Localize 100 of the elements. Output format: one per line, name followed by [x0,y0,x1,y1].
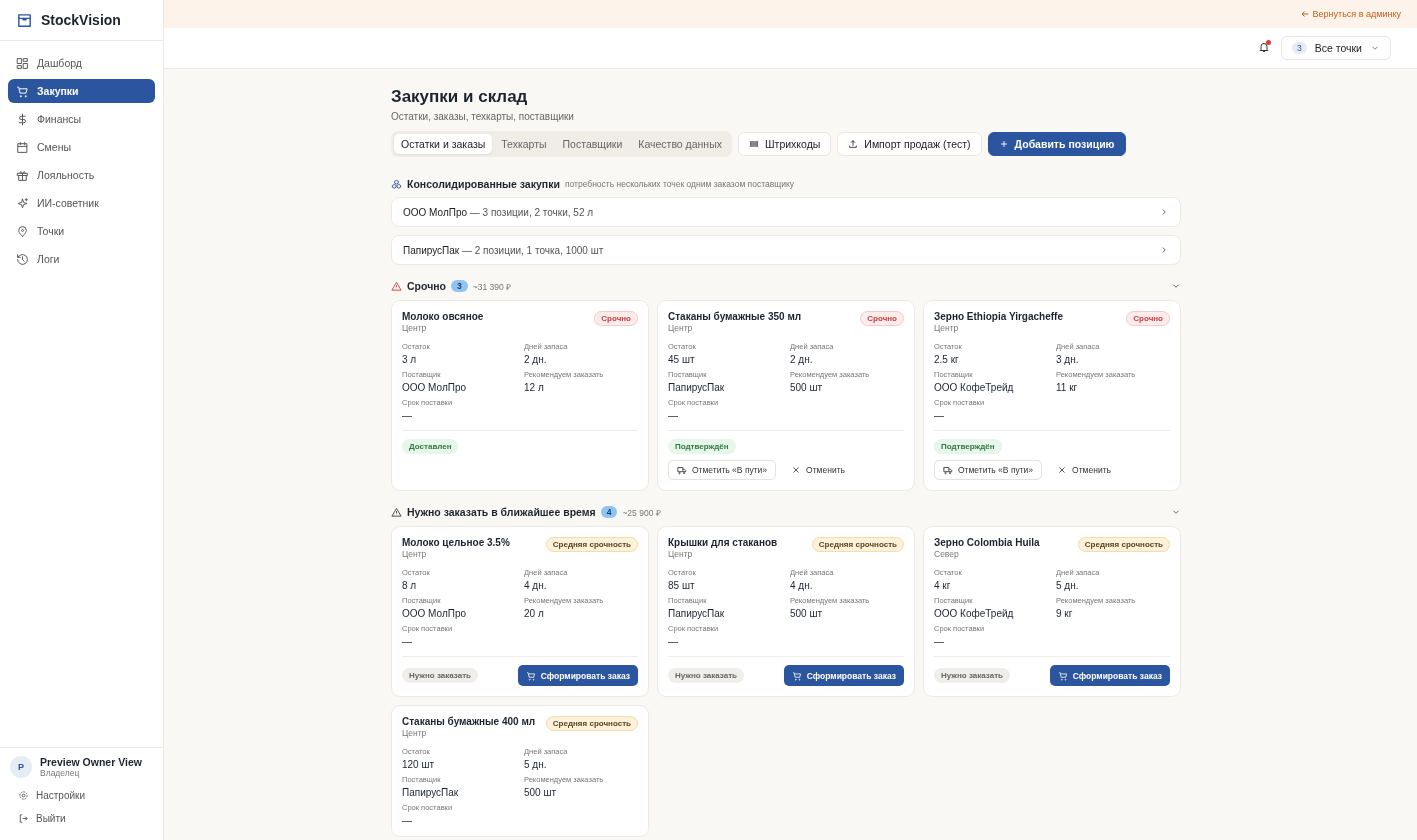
count-badge: 4 [600,506,618,518]
field-value: 8 л [402,580,418,591]
consolidated-row[interactable]: ПапирусПак — 2 позиции, 1 точка, 1000 шт [391,235,1181,265]
sidebar-item[interactable]: Логи [8,247,155,271]
status-badge: Нужно заказать [934,668,1010,683]
field-value: 85 шт [668,580,696,591]
close-icon [791,465,802,475]
field-value: ПапирусПак [668,608,726,619]
urgency-badge: Средняя срочность [1077,537,1170,552]
location-select[interactable]: 3 Все точки [1281,36,1391,60]
nav-icon [16,224,29,238]
notifications-button[interactable] [1257,41,1271,55]
tab[interactable]: Техкарты [494,134,554,154]
box-icon [16,11,33,29]
user-avatar: P [10,756,32,778]
tab[interactable]: Качество данных [631,134,729,154]
item-name: Зерно Colombia Huila [934,537,1040,548]
sidebar-link[interactable]: Настройки [10,784,153,807]
item-name: Крышки для стаканов [668,537,778,548]
barcode-icon [748,139,759,149]
field-value: 4 дн. [790,580,814,591]
item-name: Стаканы бумажные 350 мл [668,311,802,322]
upload-icon [848,139,859,149]
field-value: ООО МолПро [402,382,468,393]
add-button[interactable]: Добавить позицию [987,132,1126,156]
item-location: Центр [402,549,428,559]
mark-in-transit-button[interactable]: Отметить «В пути» [668,460,777,480]
create-order-button[interactable]: Сформировать заказ [517,665,638,686]
truck-icon [943,465,953,475]
sidebar-link[interactable]: Выйти [10,807,153,830]
boxes-icon [391,178,402,190]
status-badge: Нужно заказать [668,668,744,683]
field-value: — [402,636,413,647]
field-value: — [668,410,679,421]
item-name: Молоко овсяное [402,311,484,322]
nav-icon [16,252,29,266]
field-value: 5 дн. [1056,580,1080,591]
sidebar-item[interactable]: Смены [8,135,155,159]
field-value: 3 дн. [1056,354,1080,365]
section-total: ~25 900 ₽ [622,506,661,518]
item-location: Центр [402,323,428,333]
section-title: Срочно [407,280,446,292]
section-hint: потребность нескольких точек одним заказом поставщику [564,179,795,189]
urgency-badge: Средняя срочность [545,716,638,731]
field-value: 500 шт [790,608,824,619]
tab[interactable]: Остатки и заказы [394,134,493,154]
create-order-button[interactable]: Сформировать заказ [783,665,904,686]
sidebar-item[interactable]: Лояльность [8,163,155,187]
sidebar-item[interactable]: Дашборд [8,51,155,75]
status-badge: Подтверждён [934,439,1002,454]
sidebar-item[interactable]: Точки [8,219,155,243]
field-value: ПапирусПак [402,787,460,798]
status-badge: Нужно заказать [402,668,478,683]
field-value: 2 дн. [524,354,548,365]
cart-icon [791,670,802,681]
mark-in-transit-button[interactable]: Отметить «В пути» [934,460,1043,480]
brand-name: StockVision [41,12,121,28]
field-value: 4 кг [934,580,952,591]
cart-icon [525,670,536,681]
page-subtitle: Остатки, заказы, техкарты, поставщики [391,111,575,122]
field-value: — [402,815,413,826]
logout-icon [18,813,29,824]
bell-icon [1258,41,1270,53]
sidebar-item[interactable]: ИИ-советник [8,191,155,215]
field-value: 9 кг [1056,608,1074,619]
barcodes-button[interactable]: Штрихкоды [737,132,832,156]
consolidated-row[interactable]: ООО МолПро — 3 позиции, 2 точки, 52 л [391,197,1181,227]
section-title: Консолидированные закупки [407,178,560,190]
item-location: Центр [668,549,694,559]
create-order-button[interactable]: Сформировать заказ [1049,665,1170,686]
back-link[interactable]: Вернуться в админку [1299,9,1401,19]
item-location: Север [934,549,960,559]
sidebar-item[interactable]: Финансы [8,107,155,131]
truck-icon [677,465,687,475]
user-role: Владелец [40,768,81,778]
tab[interactable]: Поставщики [555,134,630,154]
item-name: Стаканы бумажные 400 мл [402,716,536,727]
nav-icon [16,84,29,98]
nav-icon [16,168,29,182]
urgency-badge: Средняя срочность [811,537,904,552]
user-name: Preview Owner View [40,756,142,768]
field-value: 45 шт [668,354,696,365]
close-icon [1057,465,1068,475]
arrow-left-icon [1299,9,1310,19]
warning-icon [391,280,402,292]
count-badge: 3 [451,280,468,292]
import-button[interactable]: Импорт продаж (тест) [837,132,982,156]
nav-icon [16,56,29,70]
field-value: ПапирусПак [668,382,726,393]
nav-icon [16,196,29,210]
nav-icon [16,140,29,154]
field-value: 500 шт [790,382,824,393]
field-value: 3 л [402,354,418,365]
field-value: — [934,636,945,647]
sidebar-item[interactable]: Закупки [8,79,155,103]
item-name: Зерно Ethiopia Yirgacheffe [934,311,1063,322]
urgency-badge: Срочно [1126,311,1170,326]
field-value: 4 дн. [524,580,548,591]
urgency-badge: Срочно [860,311,904,326]
item-location: Центр [934,323,960,333]
